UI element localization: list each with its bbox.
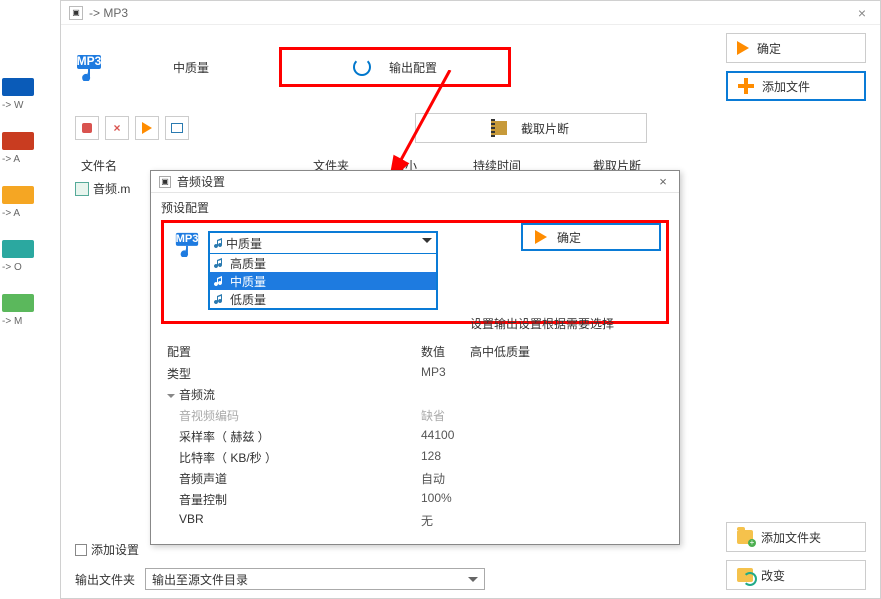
format-badge-icon — [2, 294, 34, 312]
left-sidebar: -> W -> A -> A -> O -> M — [0, 78, 60, 348]
app-icon: ▣ — [69, 6, 83, 20]
dialog-titlebar: ▣ 音频设置 × — [151, 171, 679, 193]
note-icon — [214, 257, 226, 269]
play-arrow-icon — [535, 230, 547, 244]
change-button[interactable]: 改变 — [726, 560, 866, 590]
prop-row: 音量控制100% — [161, 489, 669, 510]
note-icon — [214, 237, 226, 249]
output-folder-select[interactable]: 输出至源文件目录 — [145, 568, 485, 590]
tool-delete-button[interactable]: × — [105, 116, 129, 140]
folder-refresh-icon — [737, 568, 753, 582]
add-folder-button[interactable]: + 添加文件夹 — [726, 522, 866, 552]
top-row: MP3 中质量 输出配置 确定 添加文件 — [61, 25, 880, 109]
annotation-text: 设置输出设置根据需要选择 高中低质量 — [470, 310, 614, 366]
prop-row: 类型MP3 — [161, 363, 669, 384]
tool-play-button[interactable] — [135, 116, 159, 140]
remove-icon — [82, 123, 92, 133]
format-badge-icon — [2, 132, 34, 150]
titlebar: ▣ -> MP3 × — [61, 1, 880, 25]
gear-icon — [353, 58, 371, 76]
dropdown-selected[interactable]: 中质量 — [210, 233, 436, 253]
plus-icon — [738, 78, 754, 94]
add-file-button[interactable]: 添加文件 — [726, 71, 866, 101]
window-title: -> MP3 — [89, 6, 852, 20]
sidebar-item[interactable]: -> W — [0, 78, 60, 120]
props-key-header: 配置 — [161, 340, 415, 363]
dropdown-list: 高质量 中质量 低质量 — [210, 253, 436, 308]
play-icon — [142, 122, 152, 134]
prop-row: 音频声道自动 — [161, 468, 669, 489]
mp3-icon: MP3 — [75, 53, 103, 81]
audio-file-icon — [75, 182, 89, 196]
dialog-close-icon[interactable]: × — [655, 174, 671, 189]
dialog-ok-button[interactable]: 确定 — [521, 223, 661, 251]
film-icon — [493, 121, 507, 135]
tool-screen-button[interactable] — [165, 116, 189, 140]
format-badge-icon — [2, 186, 34, 204]
sidebar-item[interactable]: -> M — [0, 294, 60, 336]
play-arrow-icon — [737, 41, 749, 55]
ok-button[interactable]: 确定 — [726, 33, 866, 63]
properties-grid: 配置 数值 类型MP3 音频流 音视频编码缺省 采样率（ 赫兹 ）44100 比… — [161, 340, 669, 531]
dropdown-option-medium[interactable]: 中质量 — [210, 272, 436, 290]
quality-label: 中质量 — [173, 59, 209, 76]
prop-row: 比特率（ KB/秒 ）128 — [161, 447, 669, 468]
sidebar-item[interactable]: -> O — [0, 240, 60, 282]
note-icon — [214, 293, 226, 305]
cut-segment-button[interactable]: 截取片断 — [415, 113, 647, 143]
tool-remove-button[interactable] — [75, 116, 99, 140]
filename-cell: 音频.m — [93, 180, 130, 197]
note-icon — [214, 275, 226, 287]
svg-text:MP3: MP3 — [176, 233, 199, 245]
chevron-down-icon — [167, 394, 175, 398]
output-folder-label: 输出文件夹 — [75, 571, 135, 588]
prop-row: 音视频编码缺省 — [161, 405, 669, 426]
toolbar: × 截取片断 — [61, 109, 880, 147]
dropdown-option-high[interactable]: 高质量 — [210, 254, 436, 272]
dialog-title: 音频设置 — [177, 173, 655, 190]
preset-label: 预设配置 — [161, 199, 669, 216]
format-badge-icon — [2, 78, 34, 96]
format-badge-icon — [2, 240, 34, 258]
mp3-icon: MP3 — [174, 231, 200, 257]
folder-plus-icon: + — [737, 530, 753, 544]
prop-group-row[interactable]: 音频流 — [161, 384, 669, 405]
dropdown-option-low[interactable]: 低质量 — [210, 290, 436, 308]
prop-row: 采样率（ 赫兹 ）44100 — [161, 426, 669, 447]
dialog-icon: ▣ — [159, 176, 171, 188]
quality-dropdown[interactable]: 中质量 高质量 中质量 低质量 — [208, 231, 438, 310]
screen-icon — [171, 123, 183, 133]
sidebar-item[interactable]: -> A — [0, 186, 60, 228]
output-config-button[interactable]: 输出配置 — [279, 47, 511, 87]
right-bottom-buttons: + 添加文件夹 改变 — [726, 522, 866, 590]
checkbox-icon[interactable] — [75, 544, 87, 556]
chevron-down-icon — [422, 238, 432, 243]
svg-text:MP3: MP3 — [77, 54, 102, 68]
x-icon: × — [113, 121, 120, 135]
sidebar-item[interactable]: -> A — [0, 132, 60, 174]
close-icon[interactable]: × — [852, 5, 872, 21]
prop-row: VBR无 — [161, 510, 669, 531]
